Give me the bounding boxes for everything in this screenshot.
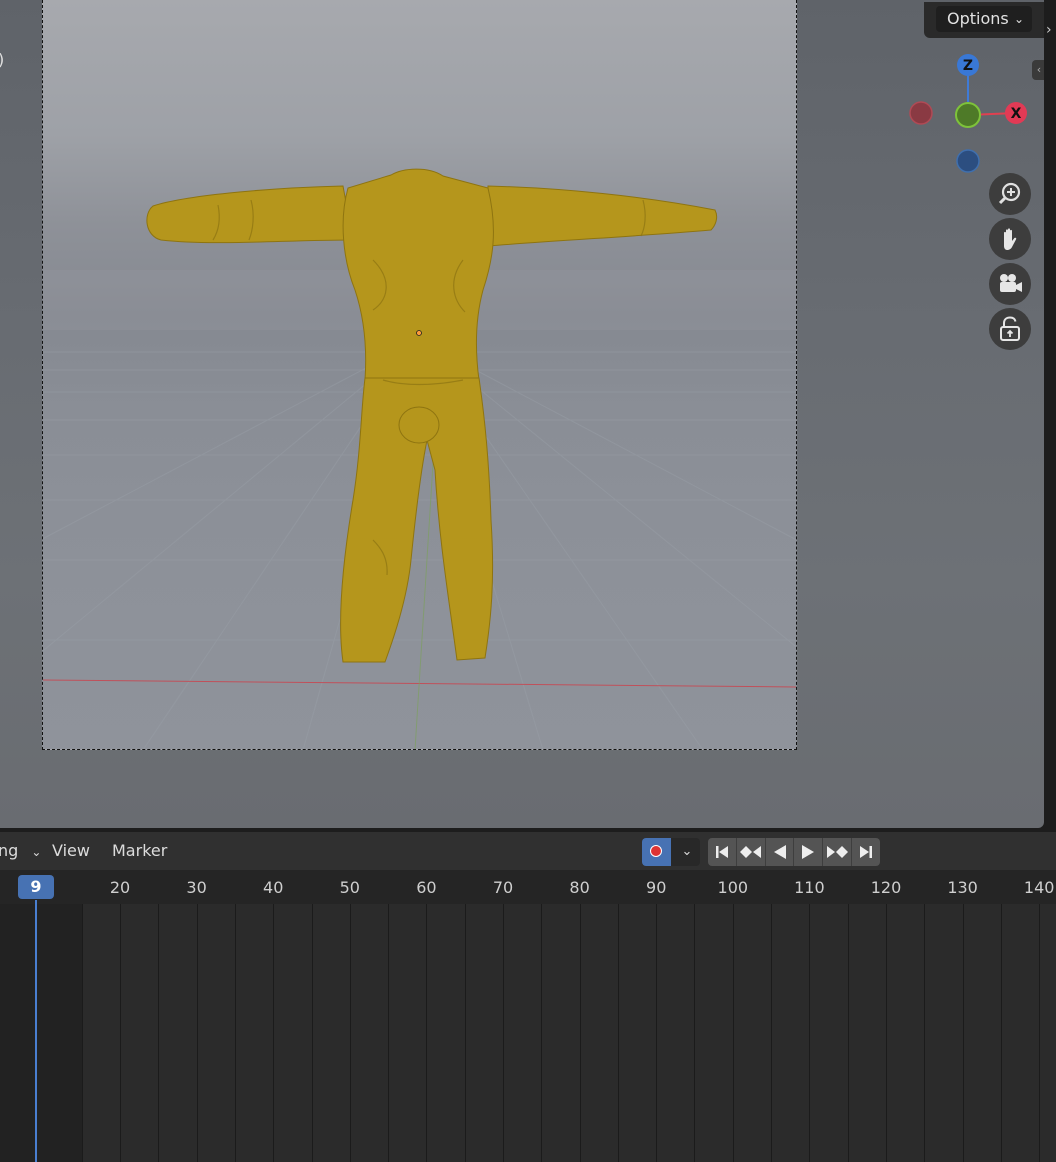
- viewport-header-right: Options ⌄: [924, 2, 1044, 38]
- x-axis-line: [43, 679, 796, 688]
- playback-mode-dropdown[interactable]: ng ⌄: [0, 832, 41, 870]
- zoom-icon: [998, 182, 1021, 205]
- record-icon: [650, 845, 662, 857]
- scene-render: [43, 168, 796, 749]
- chevron-right-icon[interactable]: ›: [1046, 22, 1052, 38]
- zoom-button[interactable]: [989, 173, 1031, 215]
- frame-tick-label: 130: [947, 878, 978, 897]
- frame-tick-label: 50: [339, 878, 360, 897]
- frame-tick-label: 30: [186, 878, 207, 897]
- frame-tick-label: 90: [646, 878, 667, 897]
- timeline-grid-line: [158, 904, 159, 1162]
- frame-ruler[interactable]: 20 30 40 50 60 70 80 90 100 110 120 130 140 9: [0, 870, 1056, 904]
- timeline-grid-line: [120, 904, 121, 1162]
- timeline-grid-line: [963, 904, 964, 1162]
- playhead[interactable]: [35, 900, 37, 1162]
- character-mesh: [146, 168, 718, 663]
- timeline-grid-line: [618, 904, 619, 1162]
- viewport-edge-text: ): [0, 50, 4, 69]
- timeline-grid-line: [656, 904, 657, 1162]
- jump-to-end-button[interactable]: [852, 838, 880, 866]
- navigation-gizmo[interactable]: Z X: [900, 50, 1040, 180]
- play-button[interactable]: [794, 838, 824, 866]
- timeline-grid-line: [312, 904, 313, 1162]
- chevron-down-icon: ⌄: [681, 844, 693, 859]
- timeline-grid-line: [388, 904, 389, 1162]
- timeline-grid-line: [1039, 904, 1040, 1162]
- prev-keyframe-icon: [739, 846, 761, 858]
- timeline-grid-line: [541, 904, 542, 1162]
- timeline-grid-line: [1001, 904, 1002, 1162]
- auto-keying-toggle[interactable]: [642, 838, 671, 866]
- timeline-grid-line: [771, 904, 772, 1162]
- frame-tick-label: 40: [263, 878, 284, 897]
- timeline-grid-line: [82, 904, 83, 1162]
- pan-button[interactable]: [989, 218, 1031, 260]
- out-of-range-shade: [0, 904, 82, 1162]
- frame-tick-label: 100: [717, 878, 749, 897]
- play-reverse-icon: [773, 845, 786, 859]
- timeline-grid-line: [426, 904, 427, 1162]
- chevron-down-icon: ⌄: [31, 845, 42, 859]
- auto-keying-group: ⌄: [642, 838, 700, 866]
- marker-menu[interactable]: Marker: [112, 832, 167, 870]
- play-icon: [802, 845, 815, 859]
- play-reverse-button[interactable]: [766, 838, 795, 866]
- playback-controls: [708, 838, 880, 866]
- timeline-grid-line: [197, 904, 198, 1162]
- z-axis-label: Z: [963, 58, 973, 74]
- 3d-viewport[interactable]: ) Options ⌄ ‹ Z X: [0, 0, 1044, 828]
- jump-start-icon: [715, 846, 728, 858]
- timeline-grid-line: [235, 904, 236, 1162]
- camera-view-icon: [1000, 274, 1022, 292]
- frame-tick-label: 20: [109, 878, 131, 897]
- next-keyframe-icon: [827, 846, 849, 858]
- x-axis-label: X: [1011, 106, 1022, 122]
- y-axis-handle: [955, 102, 981, 128]
- timeline-grid-line: [733, 904, 734, 1162]
- timeline-grid-line: [580, 904, 581, 1162]
- frame-tick-label: 120: [870, 878, 902, 897]
- frame-tick-label: 140: [1023, 878, 1055, 897]
- jump-to-keyframe-next-button[interactable]: [823, 838, 853, 866]
- timeline-header: ng ⌄ View Marker ⌄: [0, 832, 1056, 870]
- frame-tick-label: 80: [569, 878, 590, 897]
- view-menu[interactable]: View: [52, 832, 90, 870]
- chevron-down-icon: ⌄: [1013, 12, 1024, 26]
- camera-frame: [42, 0, 797, 750]
- jump-to-start-button[interactable]: [708, 838, 737, 866]
- object-origin: [416, 330, 422, 336]
- pan-hand-icon: [1004, 228, 1017, 250]
- options-dropdown[interactable]: Options ⌄: [936, 6, 1032, 32]
- camera-view-button[interactable]: [989, 263, 1031, 305]
- lock-icon: [1000, 316, 1020, 341]
- lock-camera-button[interactable]: [989, 308, 1031, 350]
- timeline-grid-line: [503, 904, 504, 1162]
- negative-z-handle: [956, 149, 980, 173]
- timeline-grid-line: [924, 904, 925, 1162]
- timeline-grid-line: [886, 904, 887, 1162]
- timeline-grid-line: [809, 904, 810, 1162]
- frame-tick-label: 60: [416, 878, 437, 897]
- playback-mode-label: ng: [0, 841, 19, 860]
- timeline-grid-line: [848, 904, 849, 1162]
- frame-tick-label: 70: [492, 878, 514, 897]
- negative-x-handle: [909, 101, 933, 125]
- options-label: Options: [947, 9, 1009, 28]
- timeline-track-area[interactable]: [0, 904, 1056, 1162]
- timeline-grid-line: [465, 904, 466, 1162]
- timeline-grid-line: [273, 904, 274, 1162]
- frame-tick-label: 110: [794, 878, 825, 897]
- timeline-grid-line: [350, 904, 351, 1162]
- jump-end-icon: [860, 846, 873, 858]
- auto-keying-options[interactable]: ⌄: [678, 838, 696, 866]
- current-frame-indicator[interactable]: 9: [18, 875, 54, 899]
- timeline-grid-line: [694, 904, 695, 1162]
- jump-to-keyframe-prev-button[interactable]: [737, 838, 766, 866]
